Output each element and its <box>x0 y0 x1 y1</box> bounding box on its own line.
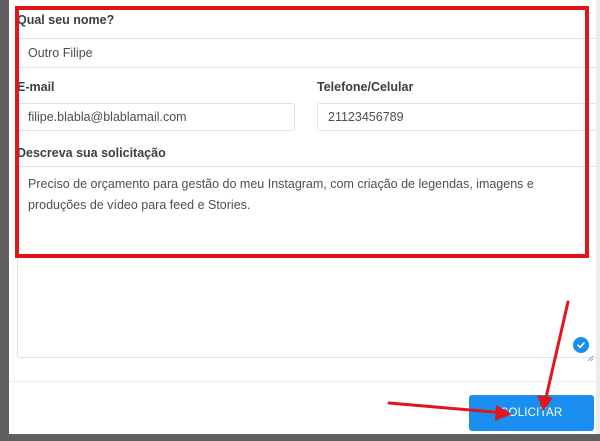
submit-button[interactable]: SOLICITAR <box>469 395 594 431</box>
phone-field[interactable]: 21123456789 <box>317 103 596 131</box>
resize-grip-icon[interactable] <box>586 349 594 362</box>
name-label: Qual seu nome? <box>17 13 115 27</box>
phone-label: Telefone/Celular <box>317 80 414 94</box>
request-label: Descreva sua solicitação <box>17 146 166 160</box>
form-footer-divider <box>9 381 596 382</box>
email-field[interactable]: filipe.blabla@blablamail.com <box>17 103 295 131</box>
name-field[interactable]: Outro Filipe <box>17 38 596 68</box>
window-right-edge <box>596 0 600 441</box>
email-label: E-mail <box>17 80 55 94</box>
window-bottom-edge <box>0 434 600 441</box>
window-left-edge <box>0 0 9 441</box>
request-textarea[interactable]: Preciso de orçamento para gestão do meu … <box>17 166 596 358</box>
